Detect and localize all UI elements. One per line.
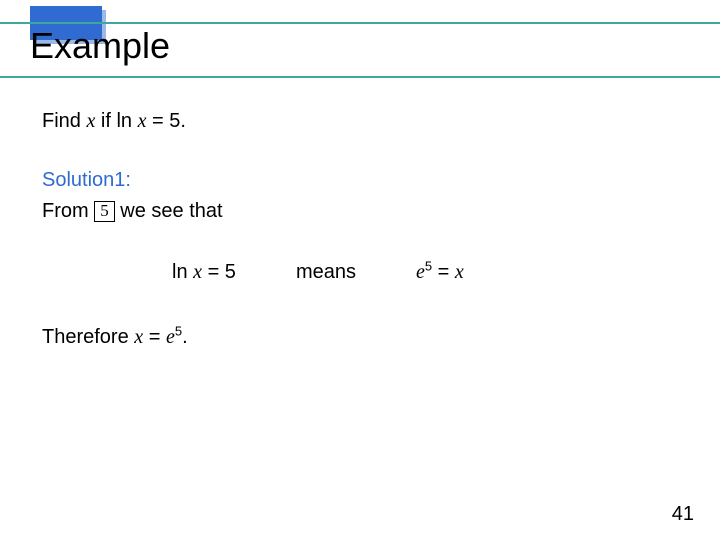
equation-lhs: ln x = 5 — [172, 259, 236, 286]
text: ln — [172, 261, 193, 283]
variable-x: x — [134, 326, 143, 348]
exponent: 5 — [175, 323, 182, 338]
boxed-reference: 5 — [94, 201, 115, 222]
variable-x: x — [138, 110, 147, 132]
text: = — [432, 261, 455, 283]
problem-statement: Find x if ln x = 5. — [42, 108, 678, 135]
text: From — [42, 200, 94, 222]
text: = 5. — [147, 110, 186, 132]
text: if ln — [95, 110, 137, 132]
base-e: e — [416, 261, 425, 283]
variable-x: x — [193, 261, 202, 283]
equation-rhs: e5 = x — [416, 259, 464, 286]
text: we see that — [115, 200, 223, 222]
text: = 5 — [202, 261, 236, 283]
page-number: 41 — [672, 503, 694, 526]
base-e: e — [166, 326, 175, 348]
solution-label: Solution1: — [42, 167, 678, 194]
equation-row: ln x = 5 means e5 = x — [42, 259, 678, 286]
text: Therefore — [42, 326, 134, 348]
text: = — [143, 326, 166, 348]
text: . — [182, 326, 188, 348]
slide-body: Find x if ln x = 5. Solution1: From 5 we… — [42, 108, 678, 351]
variable-x: x — [455, 261, 464, 283]
equation-connector: means — [296, 259, 356, 286]
slide-title: Example — [30, 28, 170, 64]
exponent: 5 — [425, 258, 432, 273]
from-line: From 5 we see that — [42, 198, 678, 225]
text: Find — [42, 110, 86, 132]
therefore-line: Therefore x = e5. — [42, 324, 678, 351]
